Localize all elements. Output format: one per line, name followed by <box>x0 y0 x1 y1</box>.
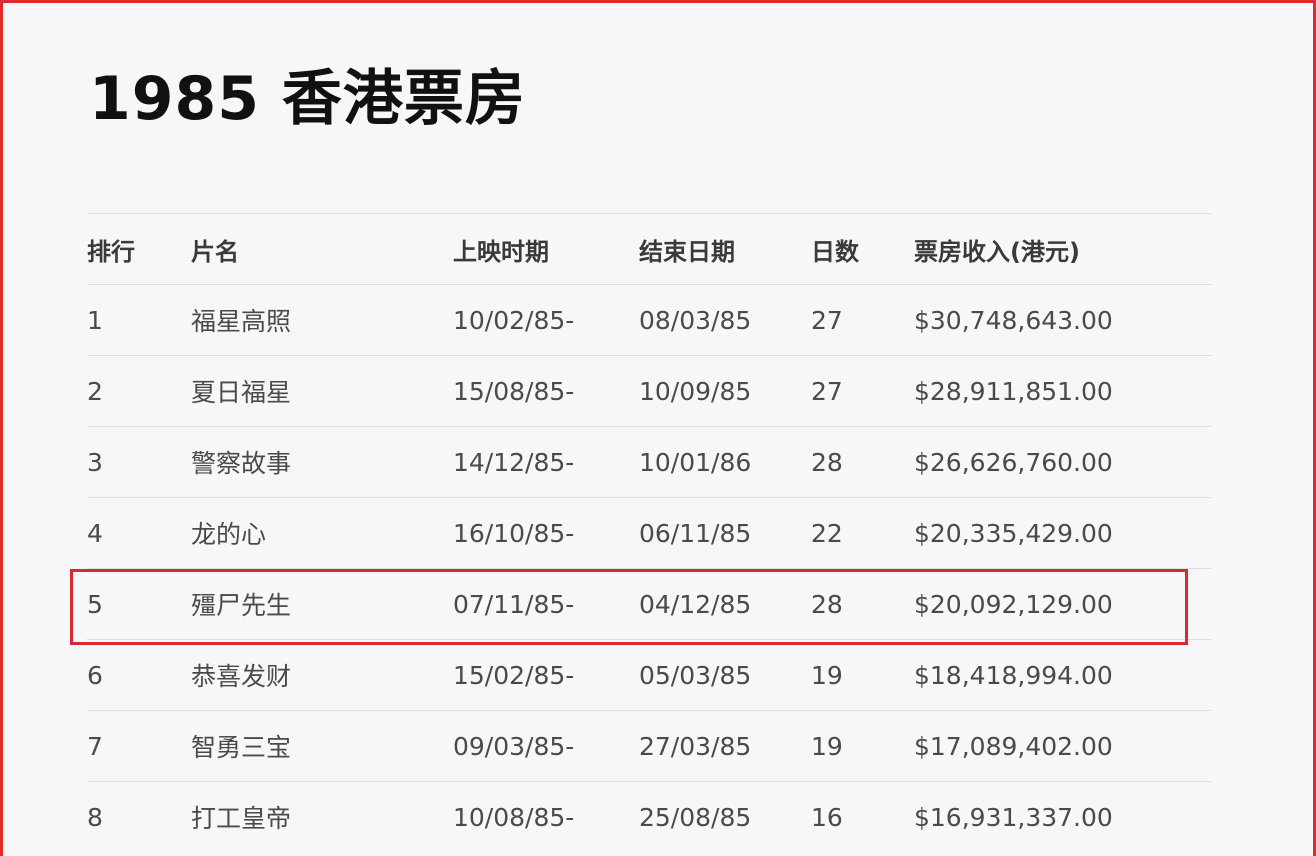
page-title: 1985 香港票房 <box>89 64 526 134</box>
cell-rank: 7 <box>87 710 191 782</box>
cell-gross: $17,089,402.00 <box>914 710 1211 782</box>
cell-end-date: 04/12/85 <box>639 568 811 640</box>
cell-end-date: 27/03/85 <box>639 710 811 782</box>
table-row: 2 夏日福星 15/08/85- 10/09/85 27 $28,911,851… <box>87 355 1211 427</box>
cell-release-date: 10/08/85- <box>453 781 639 852</box>
cell-gross: $16,931,337.00 <box>914 781 1211 852</box>
cell-release-date: 15/02/85- <box>453 639 639 711</box>
cell-rank: 5 <box>87 568 191 640</box>
cell-release-date: 15/08/85- <box>453 355 639 427</box>
cell-end-date: 06/11/85 <box>639 497 811 569</box>
table-row: 3 警察故事 14/12/85- 10/01/86 28 $26,626,760… <box>87 426 1211 498</box>
header-end-date: 结束日期 <box>639 213 811 285</box>
cell-gross: $20,092,129.00 <box>914 568 1211 640</box>
table-header-row: 排行 片名 上映时期 结束日期 日数 票房收入(港元) <box>87 213 1211 285</box>
cell-release-date: 07/11/85- <box>453 568 639 640</box>
header-days: 日数 <box>811 213 914 285</box>
cell-gross: $28,911,851.00 <box>914 355 1211 427</box>
header-film-title: 片名 <box>191 213 453 285</box>
cell-days: 28 <box>811 426 914 498</box>
cell-end-date: 25/08/85 <box>639 781 811 852</box>
cell-days: 27 <box>811 355 914 427</box>
cell-release-date: 09/03/85- <box>453 710 639 782</box>
table-row: 1 福星高照 10/02/85- 08/03/85 27 $30,748,643… <box>87 284 1211 356</box>
cell-gross: $20,335,429.00 <box>914 497 1211 569</box>
cell-end-date: 10/01/86 <box>639 426 811 498</box>
table-row: 4 龙的心 16/10/85- 06/11/85 22 $20,335,429.… <box>87 497 1211 569</box>
cell-release-date: 10/02/85- <box>453 284 639 356</box>
header-release-date: 上映时期 <box>453 213 639 285</box>
cell-rank: 8 <box>87 781 191 852</box>
cell-gross: $30,748,643.00 <box>914 284 1211 356</box>
cell-film-title: 龙的心 <box>191 497 453 569</box>
cell-film-title: 警察故事 <box>191 426 453 498</box>
table-row: 8 打工皇帝 10/08/85- 25/08/85 16 $16,931,337… <box>87 781 1211 852</box>
cell-film-title: 打工皇帝 <box>191 781 453 852</box>
cell-rank: 3 <box>87 426 191 498</box>
header-rank: 排行 <box>87 213 191 285</box>
cell-gross: $26,626,760.00 <box>914 426 1211 498</box>
table-row: 6 恭喜发财 15/02/85- 05/03/85 19 $18,418,994… <box>87 639 1211 711</box>
cell-rank: 2 <box>87 355 191 427</box>
cell-days: 19 <box>811 710 914 782</box>
cell-film-title: 恭喜发财 <box>191 639 453 711</box>
table-row-highlighted: 5 殭尸先生 07/11/85- 04/12/85 28 $20,092,129… <box>87 568 1211 640</box>
cell-release-date: 16/10/85- <box>453 497 639 569</box>
header-gross: 票房收入(港元) <box>914 213 1211 285</box>
table-row: 7 智勇三宝 09/03/85- 27/03/85 19 $17,089,402… <box>87 710 1211 782</box>
cell-days: 28 <box>811 568 914 640</box>
cell-days: 19 <box>811 639 914 711</box>
cell-rank: 4 <box>87 497 191 569</box>
cell-rank: 1 <box>87 284 191 356</box>
document-frame: 1985 香港票房 排行 片名 上映时期 结束日期 日数 票房收入(港元) 1 … <box>0 0 1316 856</box>
cell-end-date: 05/03/85 <box>639 639 811 711</box>
cell-film-title: 殭尸先生 <box>191 568 453 640</box>
cell-days: 27 <box>811 284 914 356</box>
cell-days: 16 <box>811 781 914 852</box>
box-office-table: 排行 片名 上映时期 结束日期 日数 票房收入(港元) 1 福星高照 10/02… <box>87 213 1211 852</box>
cell-film-title: 智勇三宝 <box>191 710 453 782</box>
cell-end-date: 10/09/85 <box>639 355 811 427</box>
cell-gross: $18,418,994.00 <box>914 639 1211 711</box>
cell-film-title: 福星高照 <box>191 284 453 356</box>
cell-release-date: 14/12/85- <box>453 426 639 498</box>
cell-end-date: 08/03/85 <box>639 284 811 356</box>
cell-film-title: 夏日福星 <box>191 355 453 427</box>
cell-days: 22 <box>811 497 914 569</box>
cell-rank: 6 <box>87 639 191 711</box>
